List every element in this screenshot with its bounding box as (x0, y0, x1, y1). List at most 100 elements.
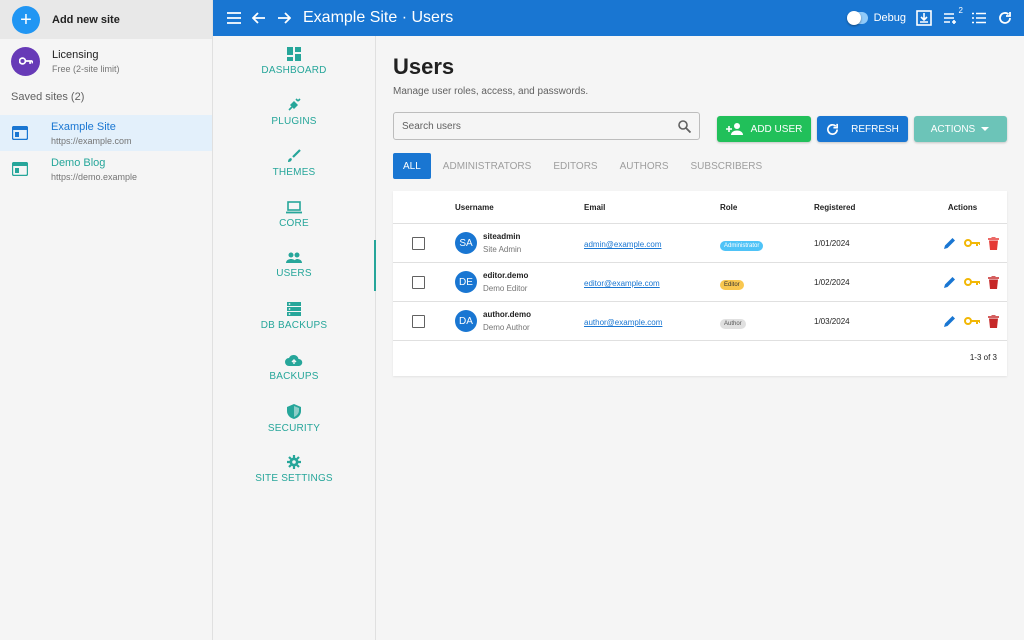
site-url: https://example.com (51, 135, 132, 146)
change-password-button[interactable] (964, 238, 980, 248)
add-user-button[interactable]: ADD USER (717, 116, 811, 142)
laptop-icon (286, 200, 302, 213)
row-checkbox[interactable] (412, 275, 425, 289)
shield-icon (287, 403, 301, 419)
person-add-icon (725, 123, 743, 135)
row-checkbox[interactable] (412, 236, 425, 250)
download-icon (916, 10, 932, 26)
tab-all[interactable]: ALL (393, 153, 431, 179)
delete-button[interactable] (988, 236, 999, 250)
edit-button[interactable] (943, 315, 956, 328)
refresh-icon (827, 123, 839, 135)
dashboard-icon (287, 47, 301, 61)
nav-label: BACKUPS (269, 370, 319, 382)
caret-down-icon (981, 127, 990, 131)
avatar: SA (455, 232, 477, 254)
window-title: Example Site · Users (303, 9, 454, 26)
tab-authors[interactable]: AUTHORS (610, 153, 679, 179)
nav-item-site-settings[interactable]: SITE SETTINGS (213, 444, 375, 495)
brush-icon (288, 149, 301, 162)
refresh-button[interactable]: REFRESH (817, 116, 908, 142)
column-header-registered[interactable]: Registered (814, 203, 918, 212)
change-password-button[interactable] (964, 277, 980, 287)
nav-item-dashboard[interactable]: DASHBOARD (213, 36, 375, 87)
hamburger-icon (227, 12, 241, 24)
column-header-role[interactable]: Role (720, 203, 814, 212)
saved-sites-label: Saved sites (2) (11, 91, 85, 103)
refresh-label: REFRESH (851, 123, 899, 135)
tab-administrators[interactable]: ADMINISTRATORS (433, 153, 542, 179)
site-name: Example Site (51, 120, 116, 133)
tab-editors[interactable]: EDITORS (543, 153, 607, 179)
actions-dropdown[interactable]: ACTIONS (914, 116, 1007, 142)
site-name: Demo Blog (51, 156, 106, 169)
forward-button[interactable] (277, 12, 291, 24)
arrow-left-icon (252, 12, 265, 24)
nav-label: PLUGINS (271, 116, 317, 127)
column-header-email[interactable]: Email (584, 203, 720, 212)
avatar: DE (455, 271, 477, 293)
nav-item-users[interactable]: USERS (213, 240, 376, 291)
change-password-button[interactable] (964, 316, 980, 326)
back-button[interactable] (252, 12, 266, 24)
nav-item-db-backups[interactable]: DB BACKUPS (213, 291, 375, 342)
column-header-username[interactable]: Username (455, 203, 584, 212)
menu-button[interactable] (227, 12, 241, 24)
pagination-info: 1-3 of 3 (969, 353, 997, 362)
edit-button[interactable] (943, 237, 956, 250)
page-subtitle: Manage user roles, access, and passwords… (393, 86, 589, 97)
nav-item-core[interactable]: CORE (213, 189, 375, 240)
trash-icon (988, 314, 999, 328)
user-display-name: Demo Author (483, 323, 530, 332)
tab-subscribers[interactable]: SUBSCRIBERS (681, 153, 773, 179)
role-badge: Author (720, 319, 746, 329)
browser-window-icon (12, 126, 28, 140)
browser-window-icon (12, 162, 28, 176)
delete-button[interactable] (988, 275, 999, 289)
add-new-site-button[interactable]: + Add new site (0, 0, 212, 39)
database-icon (287, 302, 301, 316)
registered-date: 1/01/2024 (814, 238, 850, 248)
nav-label: DB BACKUPS (260, 320, 328, 331)
role-badge: Administrator (720, 241, 764, 251)
gear-icon (287, 455, 301, 469)
trash-icon (988, 275, 999, 289)
nav-label: CORE (279, 217, 309, 229)
edit-button[interactable] (943, 276, 956, 289)
email-link[interactable]: editor@example.com (584, 279, 660, 288)
key-icon (11, 46, 40, 76)
page-title: Users (393, 54, 455, 79)
search-input[interactable] (402, 120, 678, 132)
search-icon[interactable] (678, 119, 691, 133)
email-link[interactable]: admin@example.com (584, 240, 661, 249)
email-link[interactable]: author@example.com (584, 318, 662, 327)
nav-label: THEMES (272, 167, 316, 178)
nav-item-backups[interactable]: BACKUPS (213, 342, 375, 393)
nav-item-security[interactable]: SECURITY (213, 393, 375, 444)
delete-button[interactable] (988, 314, 999, 328)
row-checkbox[interactable] (412, 314, 425, 328)
top-bar: Example Site · Users Debug 2 (213, 0, 1024, 36)
nav-label: DASHBOARD (261, 65, 327, 76)
licensing-item[interactable]: Licensing Free (2-site limit) (0, 40, 212, 82)
table-row: SA siteadmin Site Admin admin@example.co… (393, 224, 1007, 263)
arrow-right-icon (278, 12, 291, 24)
key-icon (964, 239, 980, 247)
key-icon (964, 317, 980, 325)
debug-toggle[interactable] (846, 11, 868, 25)
pencil-icon (944, 315, 955, 327)
nav-label: SITE SETTINGS (255, 473, 333, 484)
user-display-name: Site Admin (483, 245, 522, 254)
list-view-button[interactable] (972, 12, 986, 24)
username: editor.demo (483, 271, 529, 280)
role-tabs: ALL ADMINISTRATORS EDITORS AUTHORS SUBSC… (393, 153, 774, 179)
table-header: Username Email Role Registered Actions (393, 191, 1007, 224)
nav-item-themes[interactable]: THEMES (213, 138, 375, 189)
queue-button[interactable]: 2 (944, 6, 963, 24)
reload-button[interactable] (998, 11, 1012, 25)
avatar: DA (455, 310, 477, 332)
download-button[interactable] (916, 10, 932, 26)
site-item-demo-blog[interactable]: Demo Blog https://demo.example (0, 151, 212, 187)
site-item-example-site[interactable]: Example Site https://example.com (0, 115, 212, 151)
nav-item-plugins[interactable]: PLUGINS (213, 87, 375, 138)
